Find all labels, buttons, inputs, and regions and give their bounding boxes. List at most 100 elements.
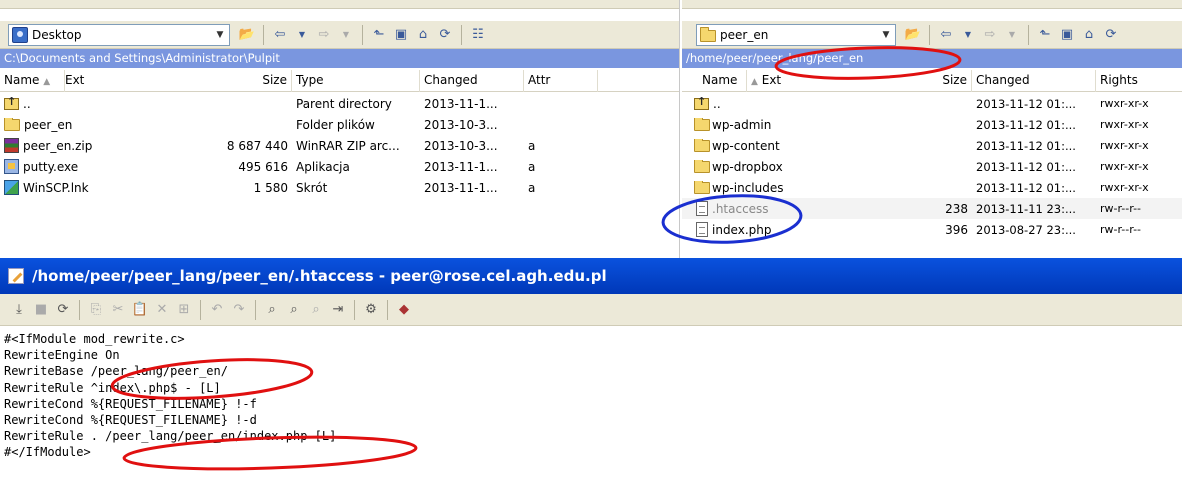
table-row[interactable]: peer_en Folder plików 2013-10-3... [0, 114, 679, 135]
separator [929, 24, 930, 45]
delete-icon[interactable]: ✕ [153, 301, 171, 319]
chevron-down-icon[interactable]: ▼ [211, 26, 229, 44]
open-folder-icon[interactable]: 📂 [904, 26, 922, 44]
column-attr[interactable]: Attr [524, 70, 598, 92]
gear-icon[interactable]: ⚙ [362, 301, 380, 319]
column-size[interactable]: Size [807, 70, 972, 92]
winrar-icon [4, 138, 19, 153]
undo-icon[interactable]: ↶ [208, 301, 226, 319]
redo-icon[interactable]: ↷ [230, 301, 248, 319]
folder-icon [694, 159, 710, 173]
column-type[interactable]: Type [292, 70, 420, 92]
top-strip [0, 0, 679, 9]
home-icon[interactable]: ⌂ [1080, 26, 1098, 44]
remote-file-list: .. 2013-11-12 01:... rwxr-xr-x wp-admin … [682, 93, 1182, 240]
code-line: RewriteCond %{REQUEST_FILENAME} !-f [4, 396, 257, 411]
help-icon[interactable]: ◆ [395, 301, 413, 319]
separator [387, 299, 388, 320]
local-location-text: Desktop [32, 27, 82, 42]
top-strip [682, 0, 1182, 9]
code-line: #</IfModule> [4, 445, 91, 460]
table-row[interactable]: putty.exe 495 616 Aplikacja 2013-11-1...… [0, 156, 679, 177]
column-name[interactable]: Name [682, 70, 747, 92]
find-icon[interactable]: ⌕ [263, 301, 281, 319]
column-rights[interactable]: Rights [1096, 70, 1182, 92]
save-disk-icon[interactable]: ■ [32, 301, 50, 319]
table-row[interactable]: .. 2013-11-12 01:... rwxr-xr-x [682, 93, 1182, 114]
desktop-icon [12, 26, 28, 43]
table-row[interactable]: peer_en.zip 8 687 440 WinRAR ZIP arc... … [0, 135, 679, 156]
table-row[interactable]: index.php 396 2013-08-27 23:... rw-r--r-… [682, 219, 1182, 240]
code-line: #<IfModule mod_rewrite.c> [4, 332, 185, 346]
cut-icon[interactable]: ✂ [109, 301, 127, 319]
save-icon[interactable]: ⤓ [10, 301, 28, 319]
editor-toolbar: ⤓ ■ ⟳ ⎘ ✂ 📋 ✕ ⊞ ↶ ↷ ⌕ ⌕ ⌕ ⇥ ⚙ ◆ [0, 294, 1182, 326]
code-line: RewriteEngine On [4, 348, 120, 363]
chevron-down-icon[interactable]: ▼ [337, 26, 355, 44]
updir-icon [694, 97, 709, 110]
table-row[interactable]: wp-dropbox 2013-11-12 01:... rwxr-xr-x [682, 156, 1182, 177]
folder-icon [694, 180, 710, 194]
column-changed[interactable]: Changed [972, 70, 1096, 92]
open-folder-icon[interactable]: 📂 [238, 26, 256, 44]
local-column-header: Name ▲ Ext Size Type Changed Attr [0, 70, 679, 92]
home-icon[interactable]: ⌂ [414, 26, 432, 44]
select-all-icon[interactable]: ⊞ [175, 301, 193, 319]
table-row[interactable]: wp-content 2013-11-12 01:... rwxr-xr-x [682, 135, 1182, 156]
replace-icon[interactable]: ⌕ [285, 301, 303, 319]
chevron-down-icon[interactable]: ▼ [1003, 26, 1021, 44]
chevron-down-icon[interactable]: ▼ [959, 26, 977, 44]
local-file-list: .. Parent directory 2013-11-1... peer_en… [0, 93, 679, 198]
local-location-combo[interactable]: Desktop ▼ [8, 23, 230, 46]
parent-directory-icon[interactable]: ⬑ [370, 26, 388, 44]
root-directory-icon[interactable]: ▣ [1058, 26, 1076, 44]
separator [79, 299, 80, 320]
refresh-icon[interactable]: ⟳ [1102, 26, 1120, 44]
forward-icon[interactable]: ⇨ [981, 26, 999, 44]
table-row[interactable]: .. Parent directory 2013-11-1... [0, 93, 679, 114]
code-line: RewriteBase /peer_lang/peer_en/ [4, 364, 228, 379]
root-directory-icon[interactable]: ▣ [392, 26, 410, 44]
find-next-icon[interactable]: ⌕ [307, 301, 325, 319]
copy-icon[interactable]: ⎘ [87, 301, 105, 319]
column-ext[interactable]: ▲ Ext [747, 70, 807, 92]
chevron-down-icon[interactable]: ▼ [293, 26, 311, 44]
remote-location-combo[interactable]: peer_en ▼ [696, 23, 896, 46]
column-changed[interactable]: Changed [420, 70, 524, 92]
table-row-selected[interactable]: .htaccess 238 2013-11-11 23:... rw-r--r-… [682, 198, 1182, 219]
separator [354, 299, 355, 320]
separator [461, 24, 462, 45]
column-ext[interactable]: Ext [65, 70, 125, 92]
file-icon [696, 201, 708, 216]
remote-location-text: peer_en [720, 27, 769, 42]
folder-icon [694, 138, 710, 152]
editor-window: /home/peer/peer_lang/peer_en/.htaccess -… [0, 258, 1182, 493]
putty-icon [4, 159, 19, 174]
back-icon[interactable]: ⇦ [271, 26, 289, 44]
paste-icon[interactable]: 📋 [131, 301, 149, 319]
parent-directory-icon[interactable]: ⬑ [1036, 26, 1054, 44]
refresh-icon[interactable]: ⟳ [54, 301, 72, 319]
editor-title-bar[interactable]: /home/peer/peer_lang/peer_en/.htaccess -… [0, 258, 1182, 294]
tree-icon[interactable]: ☷ [469, 26, 487, 44]
table-row[interactable]: wp-includes 2013-11-12 01:... rwxr-xr-x [682, 177, 1182, 198]
code-line: RewriteCond %{REQUEST_FILENAME} !-d [4, 413, 257, 428]
code-line: RewriteRule . /peer_lang/peer_en/index.p… [4, 429, 337, 444]
column-name[interactable]: Name ▲ [0, 70, 65, 92]
column-size[interactable]: Size [125, 70, 292, 92]
editor-text-area[interactable]: #<IfModule mod_rewrite.c> RewriteEngine O… [0, 326, 1182, 461]
folder-icon [700, 27, 716, 42]
table-row[interactable]: wp-admin 2013-11-12 01:... rwxr-xr-x [682, 114, 1182, 135]
remote-toolbar: peer_en ▼ 📂 ⇦ ▼ ⇨ ▼ ⬑ ▣ ⌂ ⟳ [682, 21, 1182, 49]
refresh-icon[interactable]: ⟳ [436, 26, 454, 44]
forward-icon[interactable]: ⇨ [315, 26, 333, 44]
back-icon[interactable]: ⇦ [937, 26, 955, 44]
remote-column-header: Name ▲ Ext Size Changed Rights [682, 70, 1182, 92]
goto-line-icon[interactable]: ⇥ [329, 301, 347, 319]
chevron-down-icon[interactable]: ▼ [877, 26, 895, 44]
folder-icon [694, 117, 710, 131]
table-row[interactable]: WinSCP.lnk 1 580 Skrót 2013-11-1... a [0, 177, 679, 198]
edit-icon [8, 268, 24, 284]
updir-icon [4, 97, 19, 110]
local-panel: Desktop ▼ 📂 ⇦ ▼ ⇨ ▼ ⬑ ▣ ⌂ ⟳ ☷ C:\Documen… [0, 0, 680, 258]
